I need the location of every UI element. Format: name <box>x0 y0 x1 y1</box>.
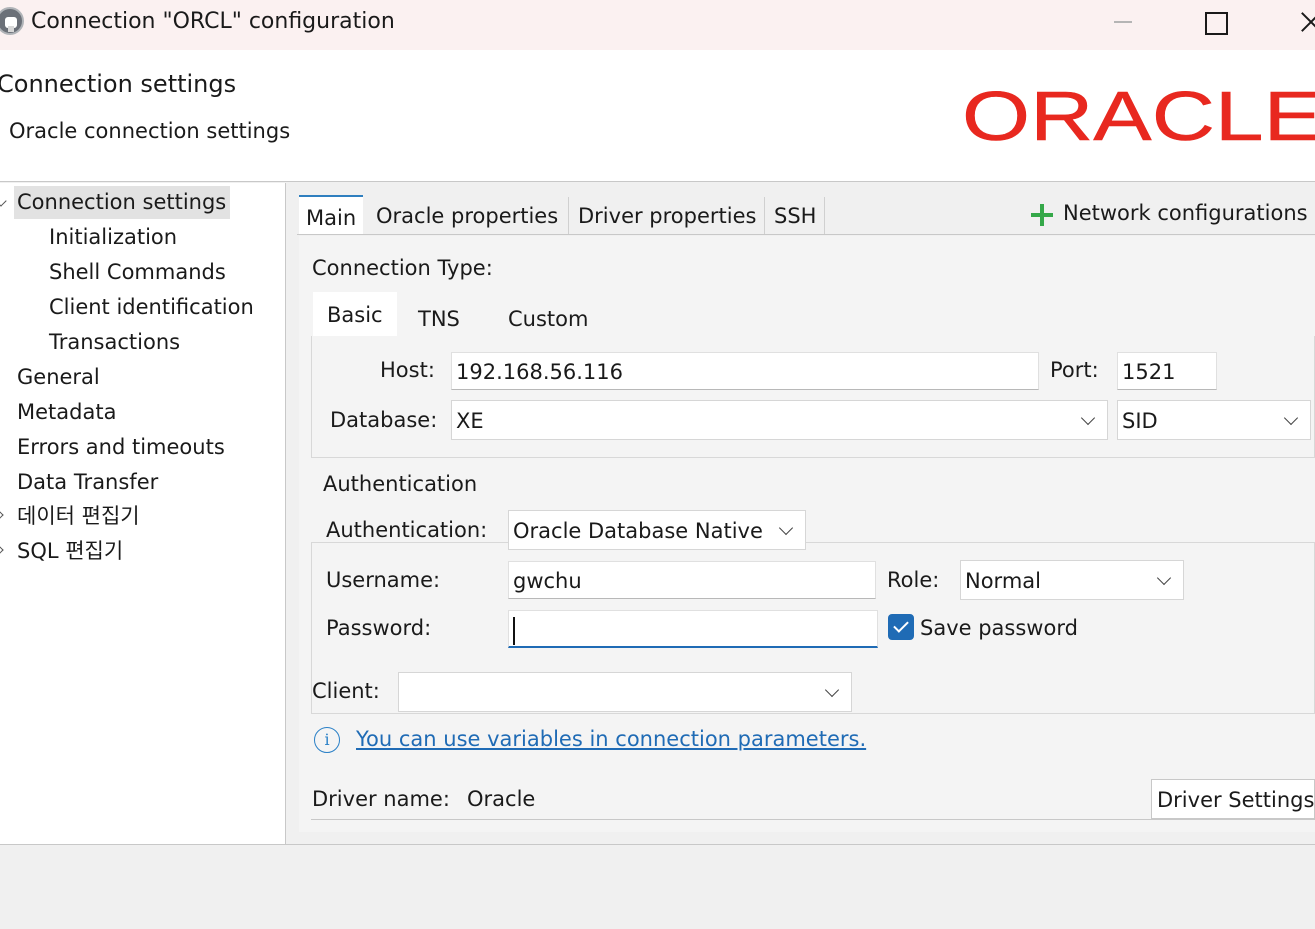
page-subtitle: Oracle connection settings <box>9 119 291 143</box>
host-label: Host: <box>380 358 435 382</box>
username-label: Username: <box>326 568 441 592</box>
role-select[interactable]: Normal <box>960 560 1184 600</box>
tree-item-general[interactable]: General <box>17 361 100 394</box>
variables-help-link[interactable]: You can use variables in connection para… <box>356 727 866 751</box>
database-type-value: SID <box>1122 409 1158 433</box>
save-password-label[interactable]: Save password <box>920 616 1078 640</box>
info-icon: i <box>314 727 340 753</box>
tree-item-label: Errors and timeouts <box>17 435 225 459</box>
database-label: Database: <box>330 408 438 432</box>
tree-item-label: Metadata <box>17 400 117 424</box>
chevron-down-icon <box>824 682 840 698</box>
client-select[interactable] <box>398 672 852 712</box>
subtab-custom[interactable]: Custom <box>494 296 602 340</box>
chevron-down-icon <box>778 520 794 536</box>
tree-item-metadata[interactable]: Metadata <box>17 396 116 429</box>
password-input[interactable] <box>508 610 878 648</box>
tree-item-label: Transactions <box>49 330 181 354</box>
tree-item-sql-editor[interactable]: SQL 편집기 <box>17 535 123 568</box>
settings-tree: Connection settings Initialization Shell… <box>0 183 286 844</box>
driver-name-value: Oracle <box>467 787 536 811</box>
tab-oracle-properties[interactable]: Oracle properties <box>376 195 558 235</box>
tab-separator <box>764 197 765 235</box>
tree-item-label: General <box>17 365 100 389</box>
minimize-button[interactable] <box>1088 0 1158 46</box>
tree-item-connection-settings[interactable]: Connection settings <box>14 186 231 219</box>
database-value: XE <box>456 409 484 433</box>
tree-item-client-identification[interactable]: Client identification <box>49 291 254 324</box>
role-value: Normal <box>965 569 1041 593</box>
window-title: Connection "ORCL" configuration <box>31 9 395 34</box>
network-configurations-button[interactable]: Network configurations <box>1063 201 1308 225</box>
password-label: Password: <box>326 616 432 640</box>
tree-item-shell-commands[interactable]: Shell Commands <box>49 256 226 289</box>
dialog-header: Connection settings Oracle connection se… <box>0 50 1315 182</box>
authentication-value: Oracle Database Native <box>513 519 763 543</box>
authentication-group-title: Authentication <box>321 472 480 496</box>
connection-type-label: Connection Type: <box>312 256 493 280</box>
database-combo[interactable]: XE <box>451 400 1108 440</box>
tree-item-data-transfer[interactable]: Data Transfer <box>17 466 158 499</box>
chevron-right-icon[interactable] <box>0 544 4 556</box>
chevron-down-icon <box>1080 410 1096 426</box>
content-area: Main Oracle properties Driver properties… <box>287 183 1315 844</box>
tab-underline <box>297 234 1315 235</box>
chevron-right-icon[interactable] <box>0 509 4 521</box>
tree-item-errors-timeouts[interactable]: Errors and timeouts <box>17 431 225 464</box>
port-input[interactable]: 1521 <box>1117 352 1217 390</box>
tab-main[interactable]: Main <box>299 195 364 235</box>
chevron-down-icon <box>1283 410 1299 426</box>
tree-item-transactions[interactable]: Transactions <box>49 326 180 359</box>
chevron-down-icon <box>1156 570 1172 586</box>
database-type-select[interactable]: SID <box>1117 400 1311 440</box>
host-input[interactable]: 192.168.56.116 <box>451 352 1039 390</box>
authentication-label: Authentication: <box>326 518 488 542</box>
tab-driver-properties[interactable]: Driver properties <box>578 195 756 235</box>
tree-item-label: SQL 편집기 <box>17 539 124 563</box>
tree-item-label: 데이터 편집기 <box>17 504 140 528</box>
plus-icon[interactable] <box>1031 204 1053 226</box>
dbeaver-icon <box>0 7 24 35</box>
tab-separator <box>824 197 825 235</box>
tree-item-label: Shell Commands <box>49 260 226 284</box>
role-label: Role: <box>887 568 940 592</box>
close-button[interactable] <box>1270 0 1315 46</box>
username-input[interactable]: gwchu <box>508 561 876 599</box>
tree-item-label: Initialization <box>49 225 178 249</box>
driver-settings-button[interactable]: Driver Settings <box>1151 779 1315 819</box>
subtab-tns[interactable]: TNS <box>404 296 474 340</box>
port-label: Port: <box>1050 358 1099 382</box>
oracle-logo: ORACLE <box>962 88 1315 148</box>
client-label: Client: <box>312 679 380 703</box>
oracle-logo-text: ORACLE <box>962 88 1315 148</box>
subtab-basic[interactable]: Basic <box>313 292 397 336</box>
chevron-down-icon[interactable] <box>0 195 7 207</box>
footer-divider <box>0 844 1315 845</box>
tab-separator <box>568 197 569 235</box>
tab-ssh[interactable]: SSH <box>774 195 816 235</box>
tree-item-data-editor[interactable]: 데이터 편집기 <box>17 500 140 533</box>
title-bar: Connection "ORCL" configuration <box>0 0 1315 50</box>
authentication-select[interactable]: Oracle Database Native <box>508 510 806 550</box>
main-tab-panel: Connection Type: Basic TNS Custom Host: … <box>299 236 1315 832</box>
tree-item-label: Data Transfer <box>17 470 159 494</box>
page-title: Connection settings <box>0 70 237 98</box>
driver-name-label: Driver name: <box>312 787 450 811</box>
tree-item-label: Connection settings <box>17 190 227 214</box>
maximize-button[interactable] <box>1180 0 1250 46</box>
tree-item-initialization[interactable]: Initialization <box>49 221 177 254</box>
tree-item-label: Client identification <box>49 295 254 319</box>
text-caret <box>513 617 515 645</box>
save-password-checkbox[interactable] <box>888 614 914 640</box>
